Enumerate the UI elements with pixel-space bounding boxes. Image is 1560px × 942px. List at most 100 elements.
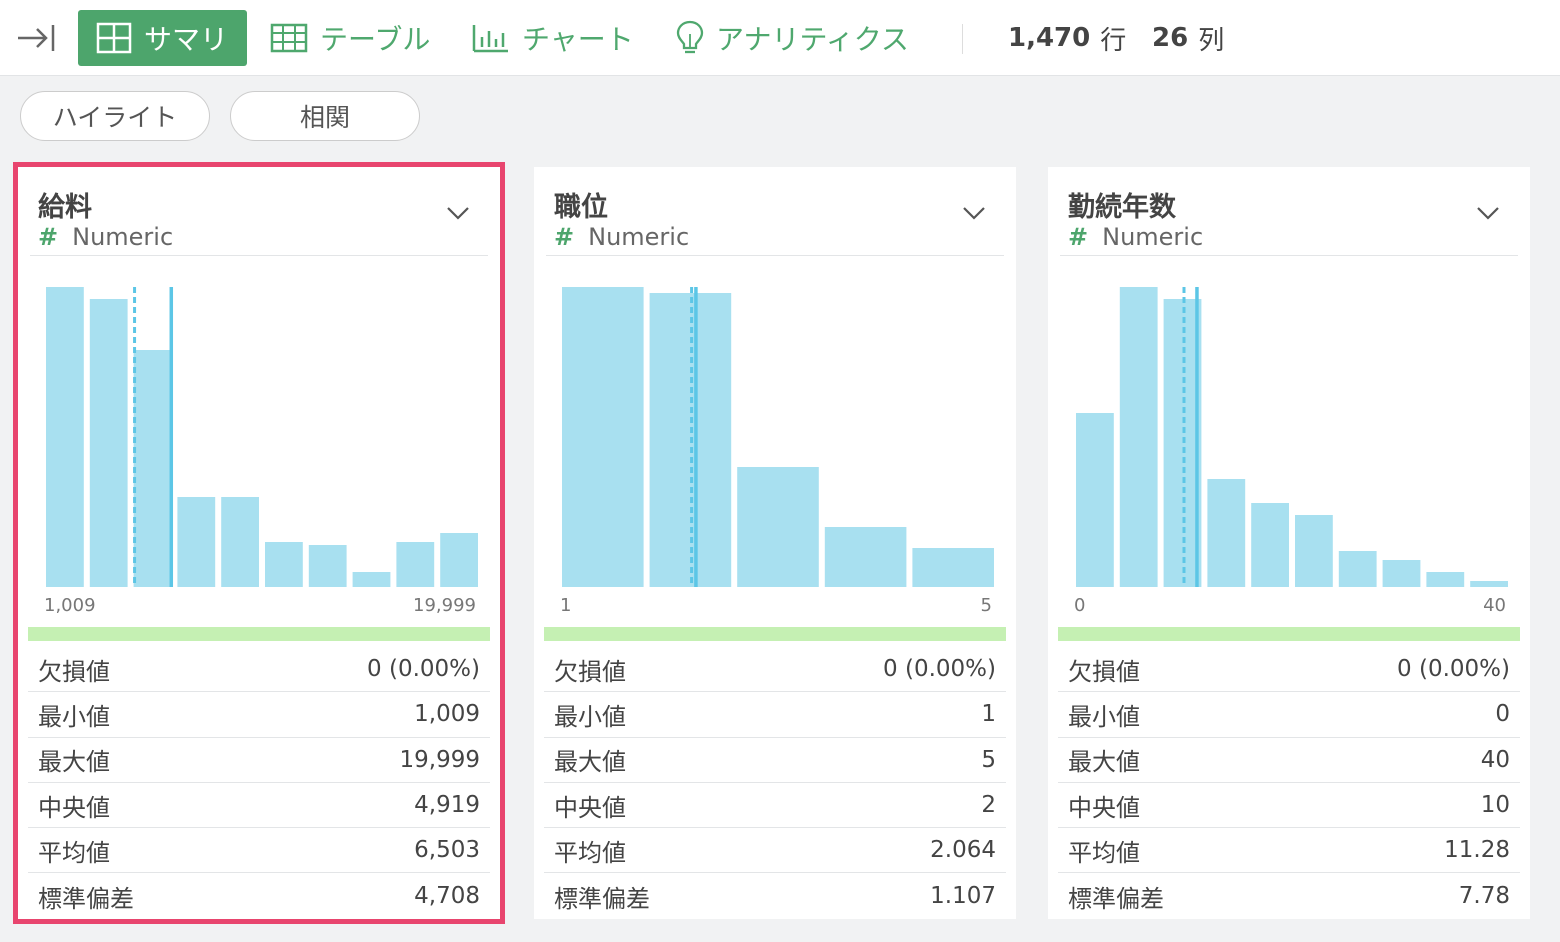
stat-row-mean: 平均値 11.28 (1058, 828, 1520, 874)
tab-analytics[interactable]: アナリティクス (676, 10, 909, 66)
stat-row-missing: 欠損値 0 (0.00%) (1058, 647, 1520, 693)
histogram (46, 287, 478, 587)
tab-table-label: テーブル (320, 23, 431, 56)
row-count: 1,470 行 (1008, 10, 1126, 66)
stat-row-min: 最小値 0 (1058, 692, 1520, 738)
stat-value: 1 (981, 701, 996, 728)
tab-table[interactable]: テーブル (270, 10, 430, 66)
column-count: 26 列 (1152, 10, 1224, 66)
data-quality-bar (1058, 627, 1520, 641)
histogram-bar (912, 548, 994, 587)
stat-value: 1,009 (414, 701, 480, 728)
row-count-unit: 行 (1100, 25, 1127, 56)
histogram-bar (1251, 503, 1289, 587)
histogram-bar (1426, 572, 1465, 587)
stat-label: 欠損値 (38, 657, 110, 686)
stat-value: 0 (0.00%) (367, 656, 480, 683)
histogram-bar (1119, 287, 1158, 587)
histogram (562, 287, 994, 587)
stat-row-mean: 平均値 6,503 (28, 828, 490, 874)
card-divider (546, 255, 1004, 256)
stat-value: 2 (981, 792, 996, 819)
collapse-panel-icon[interactable] (16, 22, 56, 54)
histogram-bar (89, 299, 128, 587)
histogram-bar (46, 287, 84, 587)
highlight-pill-button[interactable]: ハイライト (20, 91, 210, 141)
stat-row-std: 標準偏差 4,708 (28, 873, 490, 918)
axis-max-label: 19,999 (413, 595, 476, 616)
table-icon (270, 23, 308, 53)
stat-label: 欠損値 (1068, 657, 1140, 686)
histogram-bar (308, 545, 347, 587)
stat-label: 中央値 (1068, 793, 1140, 822)
numeric-hash-icon: # (1068, 223, 1089, 251)
histogram-bar (824, 527, 907, 587)
stat-value: 0 (0.00%) (1397, 656, 1510, 683)
chevron-down-icon[interactable] (962, 205, 986, 221)
stat-value: 10 (1480, 792, 1510, 819)
stat-value: 19,999 (399, 746, 480, 773)
stat-row-std: 標準偏差 1.107 (544, 873, 1006, 918)
row-count-value: 1,470 (1008, 23, 1091, 53)
stat-row-missing: 欠損値 0 (0.00%) (28, 647, 490, 693)
column-card[interactable]: 勤続年数 # Numeric 0 40 欠損値 0 (0.00%) 最小値 0 最大… (1048, 167, 1530, 919)
stat-value: 6,503 (414, 837, 480, 864)
stat-row-min: 最小値 1,009 (28, 692, 490, 738)
stat-label: 標準偏差 (38, 884, 134, 913)
stat-value: 40 (1480, 746, 1510, 773)
histogram-bar (562, 287, 644, 587)
stat-label: 欠損値 (554, 657, 626, 686)
histogram-bar (396, 542, 435, 587)
tab-summary[interactable]: サマリ (78, 10, 247, 66)
histogram-bar (265, 542, 303, 587)
stat-value: 4,919 (414, 792, 480, 819)
column-card[interactable]: 職位 # Numeric 1 5 欠損値 0 (0.00%) 最小値 1 最大値 5 … (534, 167, 1016, 919)
axis-max-label: 5 (980, 595, 992, 616)
stat-value: 0 (1495, 701, 1510, 728)
column-title: 勤続年数 (1068, 192, 1176, 223)
numeric-hash-icon: # (554, 223, 575, 251)
stat-row-max: 最大値 19,999 (28, 738, 490, 783)
top-toolbar: サマリ テーブル チャート アナリティクス 1,470 行 26 列 (0, 0, 1560, 76)
column-type-label: Numeric (72, 223, 174, 251)
histogram (1076, 287, 1508, 587)
chevron-down-icon[interactable] (1476, 205, 1500, 221)
stat-label: 平均値 (38, 838, 110, 867)
stat-value: 0 (0.00%) (883, 656, 996, 683)
axis-min-label: 0 (1074, 595, 1086, 616)
stat-value: 1.107 (930, 883, 996, 910)
chevron-down-icon[interactable] (446, 205, 470, 221)
column-card[interactable]: 給料 # Numeric 1,009 19,999 欠損値 0 (0.00%) 最… (13, 162, 505, 924)
card-divider (30, 255, 488, 256)
histogram-bar (1338, 551, 1377, 587)
data-quality-bar (28, 627, 490, 641)
stat-label: 中央値 (554, 793, 626, 822)
tab-chart[interactable]: チャート (472, 10, 634, 66)
stat-label: 中央値 (38, 793, 110, 822)
correlation-pill-button[interactable]: 相関 (230, 91, 420, 141)
stat-label: 最小値 (554, 702, 626, 731)
column-count-value: 26 (1152, 23, 1189, 53)
histogram-bar (1295, 515, 1333, 587)
histogram-bar (440, 533, 478, 587)
stat-row-mean: 平均値 2.064 (544, 828, 1006, 874)
stat-label: 最小値 (1068, 702, 1140, 731)
column-type-label: Numeric (588, 223, 690, 251)
grid-icon (96, 22, 132, 54)
histogram-bar (133, 350, 172, 587)
numeric-hash-icon: # (38, 223, 59, 251)
stat-label: 最大値 (38, 748, 110, 777)
column-type: # Numeric (1068, 223, 1203, 251)
sub-tabs: ハイライト 相関 (0, 77, 1560, 155)
stat-label: 最大値 (554, 748, 626, 777)
histogram-bar (352, 572, 391, 587)
column-title: 給料 (38, 192, 92, 223)
stat-label: 平均値 (554, 838, 626, 867)
stat-row-median: 中央値 10 (1058, 783, 1520, 829)
stats-table: 欠損値 0 (0.00%) 最小値 1,009 最大値 19,999 中央値 4,919… (28, 647, 490, 919)
column-count-unit: 列 (1198, 25, 1225, 56)
column-type-label: Numeric (1102, 223, 1204, 251)
histogram-bar (1470, 581, 1508, 587)
stat-row-median: 中央値 2 (544, 783, 1006, 829)
stat-label: 最大値 (1068, 748, 1140, 777)
